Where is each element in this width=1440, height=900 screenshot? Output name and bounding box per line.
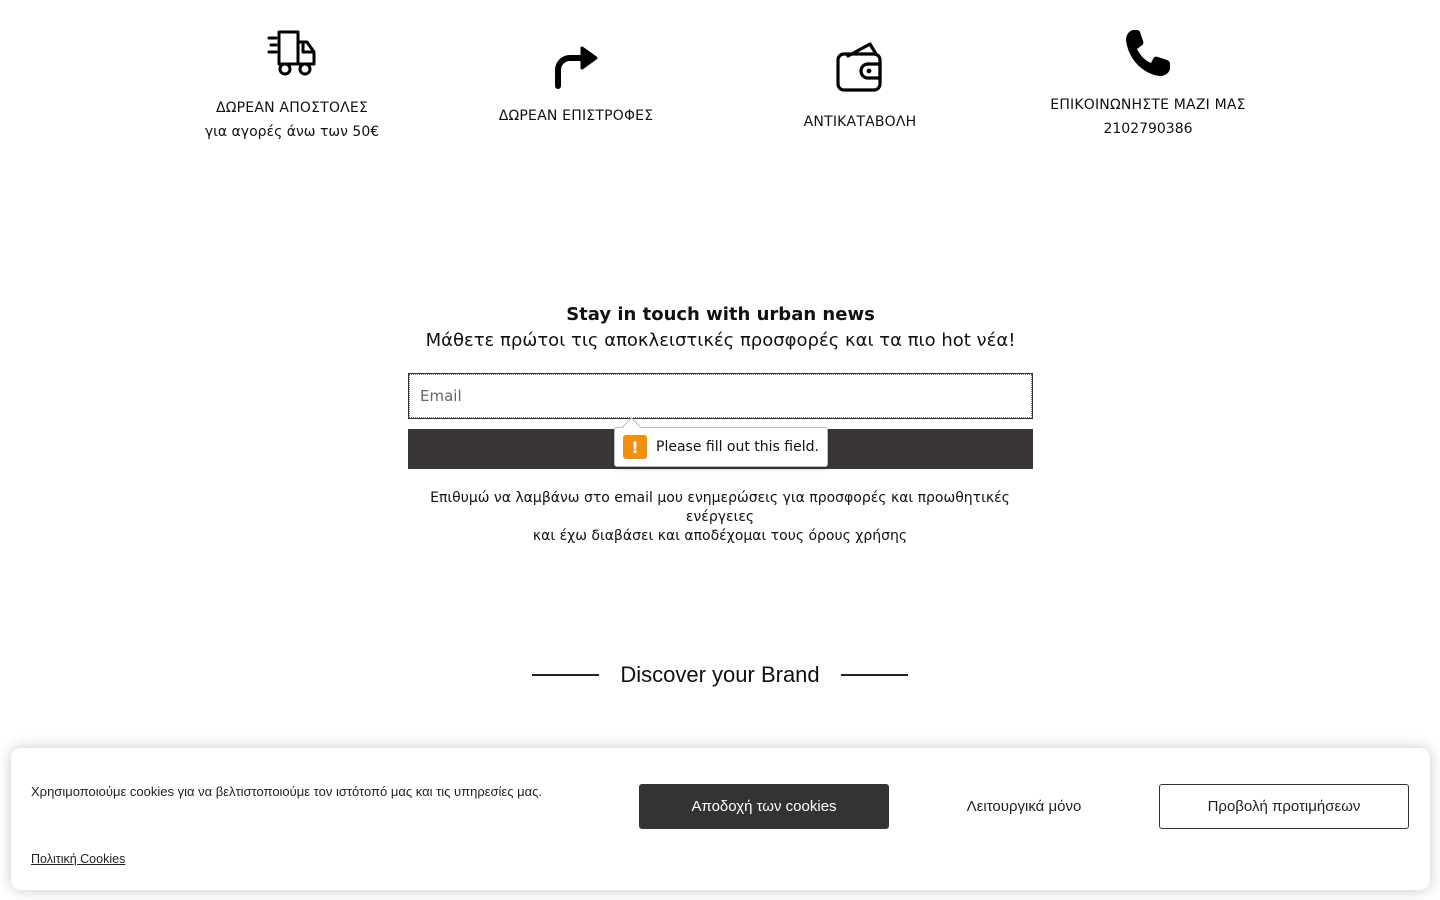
accept-cookies-button[interactable]: Αποδοχή των cookies	[639, 784, 889, 829]
newsletter-title: Stay in touch with urban news	[566, 304, 875, 325]
feature-title: ΕΠΙΚΟΙΝΩΝΗΣΤΕ ΜΑΖΙ ΜΑΣ	[1050, 97, 1246, 113]
newsletter-section: Stay in touch with urban news Μάθετε πρώ…	[408, 300, 1033, 546]
email-input[interactable]	[408, 373, 1033, 419]
feature-title: ΑΝΤΙΚΑΤΑΒΟΛΗ	[803, 114, 917, 130]
section-title: Discover your Brand	[620, 662, 820, 687]
feature-free-shipping: ΔΩΡΕΑΝ ΑΠΟΣΤΟΛΕΣ για αγορές άνω των 50€	[192, 28, 392, 144]
contact-phone[interactable]: 2102790386	[1028, 117, 1268, 141]
consent-text: Επιθυμώ να λαμβάνω στο email μου ενημερώ…	[400, 489, 1040, 546]
functional-only-button[interactable]: Λειτουργικά μόνο	[899, 784, 1149, 829]
consent-line: Επιθυμώ να λαμβάνω στο email μου ενημερώ…	[430, 490, 1010, 525]
divider-line	[840, 674, 908, 676]
newsletter-form: ! Please fill out this field.	[408, 373, 1033, 469]
features-row: ΔΩΡΕΑΝ ΑΠΟΣΤΟΛΕΣ για αγορές άνω των 50€ …	[0, 0, 1440, 170]
return-arrow-icon	[555, 46, 598, 89]
feature-subtitle: για αγορές άνω των 50€	[204, 124, 380, 140]
divider-line	[532, 674, 600, 676]
feature-free-returns: ΔΩΡΕΑΝ ΕΠΙΣΤΡΟΦΕΣ	[476, 42, 676, 128]
feature-cash-on-delivery: ΑΝΤΙΚΑΤΑΒΟΛΗ	[760, 40, 960, 134]
consent-line: και έχω διαβάσει και αποδέχομαι τους όρο…	[532, 528, 908, 544]
feature-title: ΔΩΡΕΑΝ ΕΠΙΣΤΡΟΦΕΣ	[498, 108, 654, 124]
wallet-icon	[836, 42, 882, 92]
validation-message: Please fill out this field.	[656, 439, 819, 455]
phone-icon	[1126, 30, 1170, 76]
discover-brand-heading: Discover your Brand	[0, 660, 1440, 690]
delivery-truck-icon	[267, 30, 316, 76]
cookie-message: Χρησιμοποιούμε cookies για να βελτιστοπο…	[31, 784, 542, 799]
feature-contact: ΕΠΙΚΟΙΝΩΝΗΣΤΕ ΜΑΖΙ ΜΑΣ 2102790386	[1028, 28, 1268, 141]
newsletter-subtitle: Μάθετε πρώτοι τις αποκλειστικές προσφορέ…	[425, 330, 1016, 351]
warning-icon: !	[623, 435, 647, 459]
cookie-policy-link[interactable]: Πολιτική Cookies	[31, 852, 125, 866]
view-preferences-button[interactable]: Προβολή προτιμήσεων	[1159, 784, 1409, 829]
cookie-banner: Χρησιμοποιούμε cookies για να βελτιστοπο…	[11, 748, 1430, 890]
validation-tooltip: ! Please fill out this field.	[614, 427, 828, 467]
feature-title: ΔΩΡΕΑΝ ΑΠΟΣΤΟΛΕΣ	[215, 100, 369, 116]
